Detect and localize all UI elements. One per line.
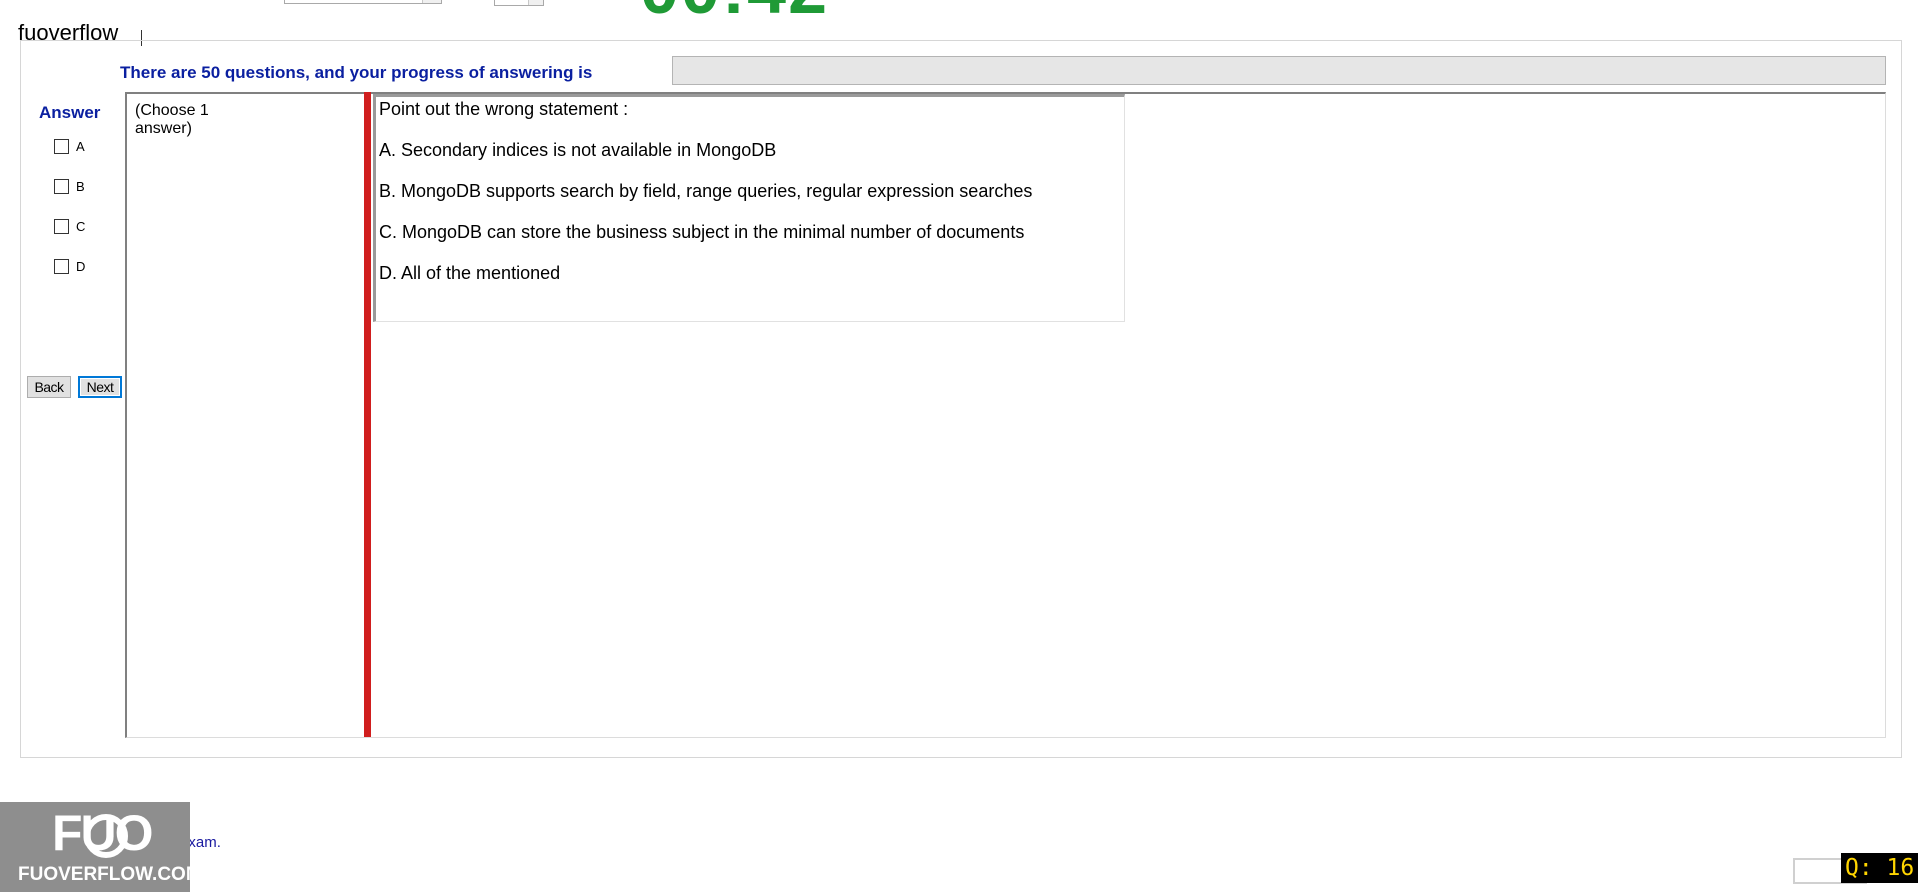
question-choice-a: A. Secondary indices is not available in…	[379, 140, 777, 160]
question-number-badge: Q: 16	[1841, 853, 1919, 883]
question-box	[373, 94, 1125, 322]
answer-option-b[interactable]: B	[54, 179, 85, 194]
progress-label: There are 50 questions, and your progres…	[120, 63, 593, 82]
answer-option-label: A	[76, 139, 85, 154]
next-button[interactable]: Next	[78, 376, 122, 398]
exam-timer: 00:42	[640, 0, 829, 24]
question-choice-d: D. All of the mentioned	[379, 263, 561, 283]
answer-option-label: D	[76, 259, 86, 274]
watermark-logo: FUO FUOVERFLOW.COM	[0, 802, 202, 892]
back-button[interactable]: Back	[27, 376, 71, 398]
progress-bar	[672, 56, 1886, 85]
logo-url: FUOVERFLOW.COM	[18, 864, 202, 885]
checkbox[interactable]	[54, 139, 69, 154]
dropdown-arrow[interactable]	[422, 0, 441, 3]
answer-option-label: C	[76, 219, 86, 234]
logo-text: FUO	[52, 805, 154, 861]
answer-option-c[interactable]: C	[54, 219, 85, 234]
answer-title: Answer	[39, 103, 101, 122]
answer-option-a[interactable]: A	[54, 139, 85, 154]
question-stem: Point out the wrong statement :	[379, 99, 629, 119]
choose-hint: (Choose 1 answer)	[135, 102, 209, 137]
question-choice-b: B. MongoDB supports search by field, ran…	[379, 181, 1033, 201]
checkbox[interactable]	[54, 179, 69, 194]
checkbox[interactable]	[54, 259, 69, 274]
answer-option-label: B	[76, 179, 85, 194]
dropdown-arrow[interactable]	[528, 0, 543, 5]
checkbox[interactable]	[54, 219, 69, 234]
top-small-dropdown[interactable]	[494, 0, 544, 6]
answer-option-d[interactable]: D	[54, 259, 85, 274]
splitter-bar[interactable]	[364, 92, 371, 737]
top-dropdown[interactable]	[284, 0, 442, 4]
question-choice-c: C. MongoDB can store the business subjec…	[379, 222, 1025, 242]
